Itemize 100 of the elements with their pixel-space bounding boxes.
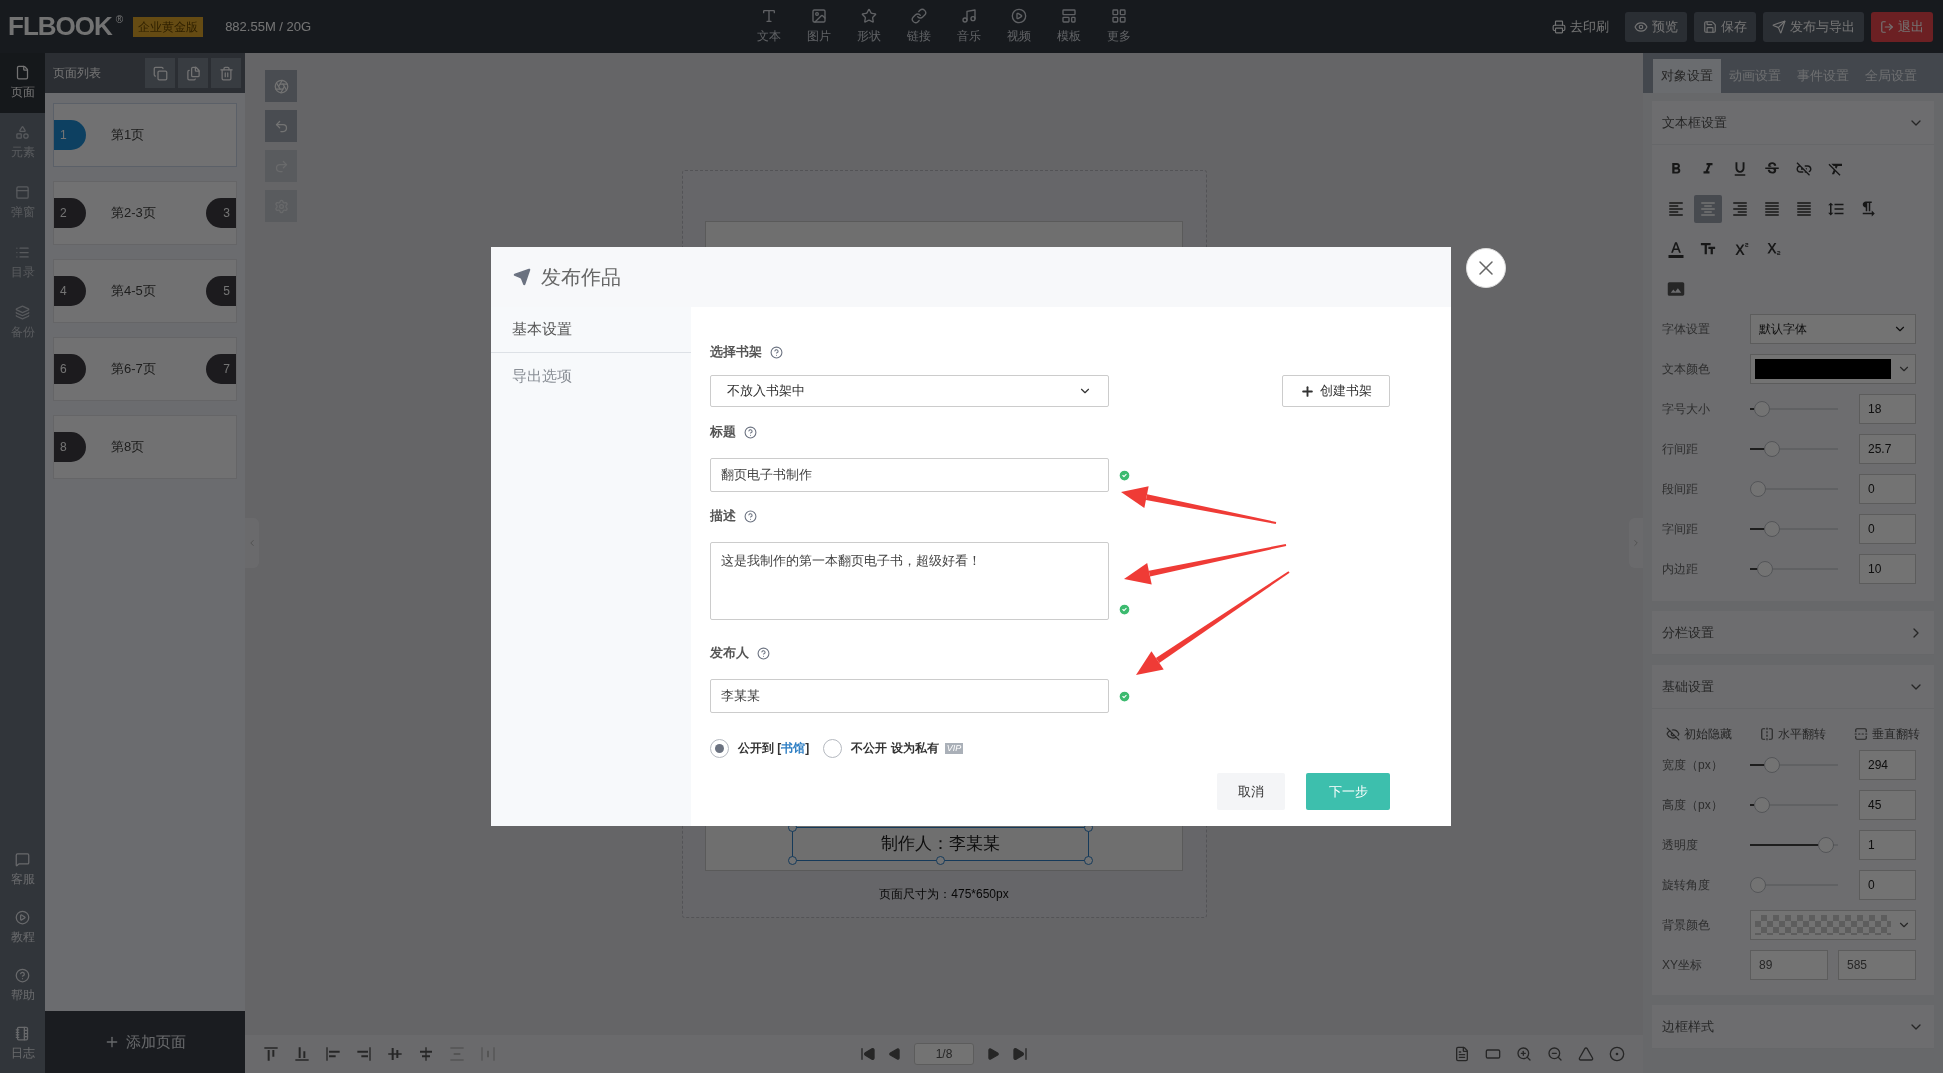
radio-button[interactable] <box>823 738 843 758</box>
nav-tab[interactable]: 导出选项 <box>491 353 691 399</box>
resize-handle[interactable] <box>936 856 945 865</box>
duplicate-button[interactable] <box>178 58 208 88</box>
rectangle-icon[interactable] <box>1485 1046 1501 1062</box>
number-field[interactable]: 0 <box>1859 870 1916 900</box>
number-field[interactable]: 0 <box>1859 514 1916 544</box>
add-page-button[interactable]: 添加页面 <box>45 1011 245 1073</box>
radio-button[interactable] <box>710 738 729 758</box>
exit-button[interactable]: 退出 <box>1871 11 1933 42</box>
circle-icon[interactable] <box>1609 1046 1625 1062</box>
align-center-icon[interactable] <box>418 1046 434 1062</box>
number-field[interactable]: 0 <box>1859 474 1916 504</box>
font-select[interactable]: 默认字体 <box>1750 314 1916 344</box>
align-right-icon <box>1731 200 1749 218</box>
number-field[interactable]: 45 <box>1859 790 1916 820</box>
last-page-icon[interactable] <box>1012 1046 1028 1062</box>
page-card[interactable]: 1 第1页 <box>53 103 237 167</box>
toolbar-item[interactable]: 音乐 <box>944 2 994 51</box>
first-page-icon[interactable] <box>860 1046 876 1062</box>
slider-thumb[interactable] <box>1818 837 1835 853</box>
zoom-in-icon[interactable] <box>1516 1046 1532 1062</box>
help-icon[interactable] <box>744 425 757 439</box>
align-right-icon[interactable] <box>356 1046 372 1062</box>
text-field[interactable]: 李某某 <box>710 679 1109 713</box>
prev-page-icon[interactable] <box>888 1047 902 1061</box>
toolbar-item[interactable]: 更多 <box>1094 2 1144 51</box>
toolbar-item[interactable]: 图片 <box>794 2 844 51</box>
help-icon[interactable] <box>744 509 757 523</box>
library-link[interactable]: 书馆 <box>781 741 806 755</box>
nav-tab[interactable]: 基本设置 <box>491 307 691 353</box>
slider-track[interactable] <box>1750 521 1838 537</box>
triangle-icon[interactable] <box>1578 1046 1594 1062</box>
slider-thumb[interactable] <box>1764 757 1781 773</box>
slider-thumb[interactable] <box>1753 401 1770 417</box>
number-field[interactable]: 10 <box>1859 554 1916 584</box>
toggle-button[interactable]: 水平翻转 <box>1760 725 1826 743</box>
tool-button[interactable] <box>265 70 297 102</box>
align-top-icon[interactable] <box>263 1046 279 1062</box>
slider-thumb[interactable] <box>1750 877 1766 893</box>
undo-button[interactable] <box>265 110 297 142</box>
slider-thumb[interactable] <box>1764 441 1781 457</box>
toggle-button[interactable]: 初始隐藏 <box>1666 725 1732 743</box>
page-card[interactable]: 8 第8页 <box>53 415 237 479</box>
number-field[interactable]: 294 <box>1859 750 1916 780</box>
align-bottom-icon[interactable] <box>294 1046 310 1062</box>
description-field[interactable]: 这是我制作的第一本翻页电子书，超级好看！ <box>710 542 1109 620</box>
color-picker[interactable] <box>1750 354 1916 384</box>
slider-track[interactable] <box>1750 561 1838 577</box>
print-button[interactable]: 去印刷 <box>1543 11 1618 42</box>
page-card[interactable]: 4 第4-5页 5 <box>53 259 237 323</box>
y-field[interactable]: 585 <box>1838 950 1916 980</box>
slider-thumb[interactable] <box>1750 481 1766 497</box>
slider-track[interactable] <box>1750 797 1838 813</box>
slider-track[interactable] <box>1750 401 1838 417</box>
rail-item[interactable]: 页面 <box>0 53 45 113</box>
resize-handle[interactable] <box>1084 856 1093 865</box>
toolbar-item[interactable]: 文本 <box>744 2 794 51</box>
slider-track[interactable] <box>1750 837 1838 853</box>
background-color-picker[interactable] <box>1750 910 1916 940</box>
resize-handle[interactable] <box>788 856 797 865</box>
publish-button[interactable]: 发布与导出 <box>1763 11 1864 42</box>
slider-thumb[interactable] <box>1753 797 1770 813</box>
create-shelf-button[interactable]: 创建书架 <box>1282 375 1390 407</box>
section-title: 边框样式 <box>1662 1017 1714 1036</box>
x-field[interactable]: 89 <box>1750 950 1828 980</box>
toolbar-item[interactable]: 模板 <box>1044 2 1094 51</box>
help-icon[interactable] <box>770 345 783 359</box>
toggle-button[interactable]: 垂直翻转 <box>1854 725 1920 743</box>
slider-track[interactable] <box>1750 481 1838 497</box>
page-indicator-field[interactable]: 1/8 <box>914 1043 974 1065</box>
slider-track[interactable] <box>1750 441 1838 457</box>
delete-button[interactable] <box>211 58 241 88</box>
slider-thumb[interactable] <box>1764 521 1781 537</box>
help-icon[interactable] <box>757 646 770 660</box>
shelf-select[interactable]: 不放入书架中 <box>710 375 1109 407</box>
toolbar-item[interactable]: 视频 <box>994 2 1044 51</box>
tab[interactable]: 对象设置 <box>1653 59 1721 93</box>
copy-button[interactable] <box>145 58 175 88</box>
save-button[interactable]: 保存 <box>1694 11 1756 42</box>
page-card[interactable]: 6 第6-7页 7 <box>53 337 237 401</box>
align-button[interactable] <box>1694 195 1722 223</box>
next-page-icon[interactable] <box>986 1047 1000 1061</box>
cancel-button[interactable]: 取消 <box>1217 773 1285 810</box>
number-field[interactable]: 1 <box>1859 830 1916 860</box>
align-left-icon[interactable] <box>325 1046 341 1062</box>
document-icon[interactable] <box>1454 1046 1470 1062</box>
text-field[interactable]: 翻页电子书制作 <box>710 458 1109 492</box>
number-field[interactable]: 25.7 <box>1859 434 1916 464</box>
page-card[interactable]: 2 第2-3页 3 <box>53 181 237 245</box>
zoom-out-icon[interactable] <box>1547 1046 1563 1062</box>
slider-thumb[interactable] <box>1757 561 1774 577</box>
slider-track[interactable] <box>1750 757 1838 773</box>
toolbar-item[interactable]: 形状 <box>844 2 894 51</box>
align-middle-icon[interactable] <box>387 1046 403 1062</box>
preview-button[interactable]: 预览 <box>1625 11 1687 42</box>
next-button[interactable]: 下一步 <box>1306 773 1390 810</box>
toolbar-item[interactable]: 链接 <box>894 2 944 51</box>
slider-track[interactable] <box>1750 877 1838 893</box>
number-field[interactable]: 18 <box>1859 394 1916 424</box>
